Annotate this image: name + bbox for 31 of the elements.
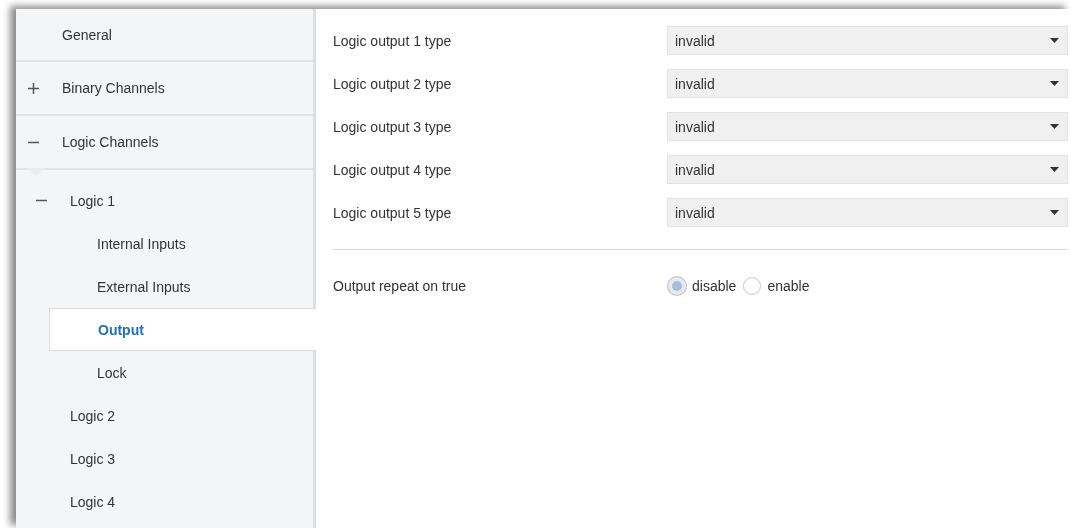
tree-item[interactable]: Logic Channels	[16, 116, 313, 170]
radio-button[interactable]	[743, 276, 762, 295]
dropdown[interactable]: invalid	[667, 198, 1068, 227]
parameter-label: Logic output 2 type	[333, 75, 453, 92]
tree-item[interactable]: Logic 4	[16, 480, 313, 523]
tree-item[interactable]: External Inputs	[16, 265, 313, 308]
caret-icon	[1050, 38, 1059, 43]
tree-item[interactable]: Lock	[16, 351, 313, 394]
tree-item[interactable]: General	[16, 9, 313, 62]
dropdown[interactable]: invalid	[667, 26, 1068, 55]
parameter-label: Logic output 5 type	[333, 204, 453, 221]
tree-item[interactable]: Logic 1	[16, 179, 313, 222]
caret-icon	[1050, 167, 1059, 172]
tree-item[interactable]: Output	[49, 308, 316, 351]
parameter-label: Logic output 3 type	[333, 118, 453, 135]
parameter-label: Logic output 4 type	[333, 161, 453, 178]
parameter-label: Output repeat on true	[333, 277, 468, 294]
expand-icon[interactable]	[28, 82, 39, 94]
caret-icon	[1050, 124, 1059, 129]
dropdown[interactable]: invalid	[667, 155, 1068, 184]
tree-item[interactable]: Logic 3	[16, 437, 313, 480]
tree-item[interactable]: Logic 2	[16, 394, 313, 437]
caret-icon	[1050, 210, 1059, 215]
caret-icon	[1050, 81, 1059, 86]
parameter-label: Logic output 1 type	[333, 32, 453, 49]
tree-item[interactable]: Binary Channels	[16, 62, 313, 116]
radio-label[interactable]: enable	[767, 277, 810, 294]
tree-item[interactable]: Internal Inputs	[16, 222, 313, 265]
radio-label[interactable]: disable	[692, 277, 737, 294]
dropdown[interactable]: invalid	[667, 112, 1068, 141]
dropdown[interactable]: invalid	[667, 69, 1068, 98]
